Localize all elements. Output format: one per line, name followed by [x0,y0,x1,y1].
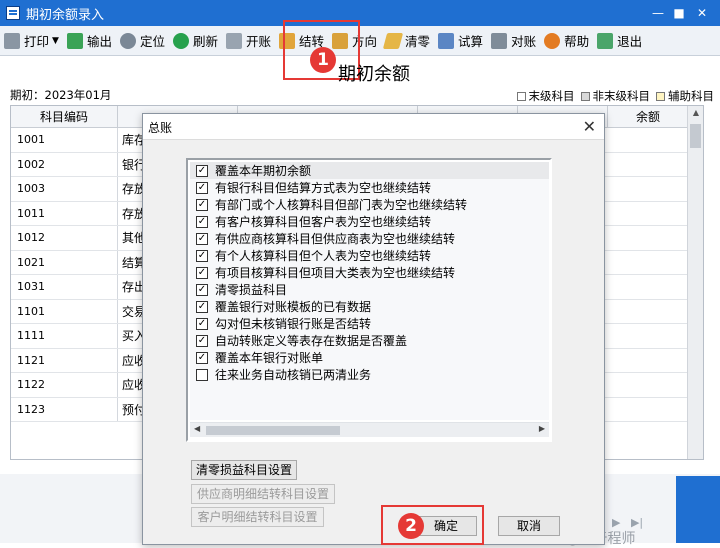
scroll-thumb[interactable] [690,124,701,148]
close-icon[interactable]: ✕ [694,5,710,21]
checkbox[interactable]: ✓ [196,300,208,313]
options-list: ✓ 覆盖本年期初余额 ✓ 有银行科目但结算方式表为空也继续结转 ✓ 有部门或个人核算科… [190,162,549,420]
legend-swatch-nonleaf [580,91,590,101]
dialog-title: 总账 [148,121,173,135]
cell-code[interactable]: 1122 [11,373,118,397]
option-bank-settlement[interactable]: ✓ 有银行科目但结算方式表为空也继续结转 [190,179,549,196]
customer-detail-settings-button[interactable]: 客户明细结转科目设置 [191,507,324,527]
ledger-dialog: 总账 ✕ ✓ 覆盖本年期初余额 ✓ 有银行科目但结算方式表为空也继续结转 ✓ 有部门或… [142,113,605,545]
export-button[interactable]: 输出 [66,30,112,52]
cell-code[interactable]: 1101 [11,299,118,323]
cell-code[interactable]: 1123 [11,397,118,421]
export-icon [66,32,83,49]
period-label: 期初：2023年01月 [10,88,112,102]
step-badge-2: 2 [398,513,424,539]
help-button[interactable]: 帮助 [544,30,589,52]
minimize-icon[interactable]: — [650,5,666,21]
cell-code[interactable]: 1002 [11,152,118,176]
dialog-titlebar: 总账 ✕ [143,114,604,140]
scroll-up-icon[interactable]: ▲ [688,108,703,117]
supplier-detail-settings-button[interactable]: 供应商明细结转科目设置 [191,484,335,504]
refresh-icon [172,32,189,49]
cancel-button[interactable]: 取消 [498,516,560,536]
cell-code[interactable]: 1001 [11,128,118,152]
option-bank-template[interactable]: ✓ 覆盖银行对账模板的已有数据 [190,298,549,315]
scroll-thumb[interactable] [206,426,340,435]
checkbox[interactable]: ✓ [196,164,208,177]
legend-nonleaf-label: 非末级科目 [592,89,651,103]
option-overwrite-opening[interactable]: ✓ 覆盖本年期初余额 [190,162,549,179]
clear-icon [382,32,404,49]
option-bank-statement[interactable]: ✓ 覆盖本年银行对账单 [190,349,549,366]
page-title: 期初余额 [338,64,410,85]
window-titlebar: 期初余额录入 — ■ ✕ [0,0,720,26]
legend-swatch-leaf [516,91,526,101]
scroll-left-icon[interactable]: ◀ [194,424,200,433]
checkbox[interactable]: ✓ [196,181,208,194]
col-account-code[interactable]: 科目编码 [11,106,118,127]
locate-button[interactable]: 定位 [119,30,165,52]
checkbox[interactable]: ✓ [196,351,208,364]
open-ledger-button[interactable]: 开账 [225,30,271,52]
side-strip [676,476,720,543]
dialog-close-icon[interactable]: ✕ [583,117,596,136]
option-auto-writeoff[interactable]: 往来业务自动核销已两清业务 [190,366,549,383]
option-department-person[interactable]: ✓ 有部门或个人核算科目但部门表为空也继续结转 [190,196,549,213]
grid-vertical-scrollbar[interactable]: ▲ [687,106,703,459]
checkbox[interactable]: ✓ [196,215,208,228]
help-icon [544,32,561,49]
clear-pl-settings-button[interactable]: 清零损益科目设置 [191,460,297,480]
step-badge-1: 1 [310,47,336,73]
printer-icon [4,32,20,49]
cell-code[interactable]: 1021 [11,250,118,274]
scroll-right-icon[interactable]: ▶ [539,424,545,433]
cell-code[interactable]: 1012 [11,226,118,250]
open-ledger-icon [225,32,242,49]
option-unverified-bank[interactable]: ✓ 勾对但未核销银行账是否结转 [190,315,549,332]
option-auto-transfer[interactable]: ✓ 自动转账定义等表存在数据是否覆盖 [190,332,549,349]
cell-code[interactable]: 1031 [11,275,118,299]
trial-balance-button[interactable]: 试算 [438,30,483,52]
legend-swatch-aux [656,91,665,101]
trial-balance-icon [438,32,455,49]
checkbox[interactable]: ✓ [196,249,208,262]
cell-code[interactable]: 1003 [11,177,118,201]
locate-icon [119,32,136,49]
cell-code[interactable]: 1111 [11,324,118,348]
option-customer[interactable]: ✓ 有客户核算科目但客户表为空也继续结转 [190,213,549,230]
window-title: 期初余额录入 [26,7,105,23]
option-clear-pl[interactable]: ✓ 清零损益科目 [190,281,549,298]
reconcile-button[interactable]: 对账 [491,30,536,52]
checkbox[interactable]: ✓ [196,334,208,347]
checkbox[interactable]: ✓ [196,317,208,330]
exit-icon [597,32,614,49]
highlight-box-ok [381,505,484,545]
legend: 末级科目 非末级科目 辅助科目 [511,88,714,104]
option-personal[interactable]: ✓ 有个人核算科目但个人表为空也继续结转 [190,247,549,264]
refresh-button[interactable]: 刷新 [172,30,218,52]
checkbox[interactable] [196,368,208,381]
options-panel: ✓ 覆盖本年期初余额 ✓ 有银行科目但结算方式表为空也继续结转 ✓ 有部门或个人核算科… [186,158,552,442]
print-button[interactable]: 打印 ▼ [4,30,59,52]
cell-code[interactable]: 1011 [11,201,118,225]
col-balance[interactable]: 余额 [608,106,688,127]
legend-leaf-label: 末级科目 [528,89,575,103]
options-horizontal-scrollbar[interactable]: ◀ ▶ [190,422,549,437]
option-supplier[interactable]: ✓ 有供应商核算科目但供应商表为空也继续结转 [190,230,549,247]
option-project[interactable]: ✓ 有项目核算科目但项目大类表为空也继续结转 [190,264,549,281]
chevron-down-icon[interactable]: ▼ [52,36,59,46]
checkbox[interactable]: ✓ [196,232,208,245]
clear-button[interactable]: 清零 [382,30,430,52]
exit-button[interactable]: 退出 [597,30,642,52]
checkbox[interactable]: ✓ [196,198,208,211]
legend-aux-label: 辅助科目 [668,89,714,103]
cell-code[interactable]: 1121 [11,348,118,372]
checkbox[interactable]: ✓ [196,283,208,296]
main-toolbar: 打印 ▼ 输出 定位 刷新 开账 结转 方向 清零 试算 对账 帮助 退出 [0,26,720,56]
app-icon [6,6,20,20]
checkbox[interactable]: ✓ [196,266,208,279]
reconcile-icon [491,32,508,49]
maximize-icon[interactable]: ■ [671,5,687,21]
